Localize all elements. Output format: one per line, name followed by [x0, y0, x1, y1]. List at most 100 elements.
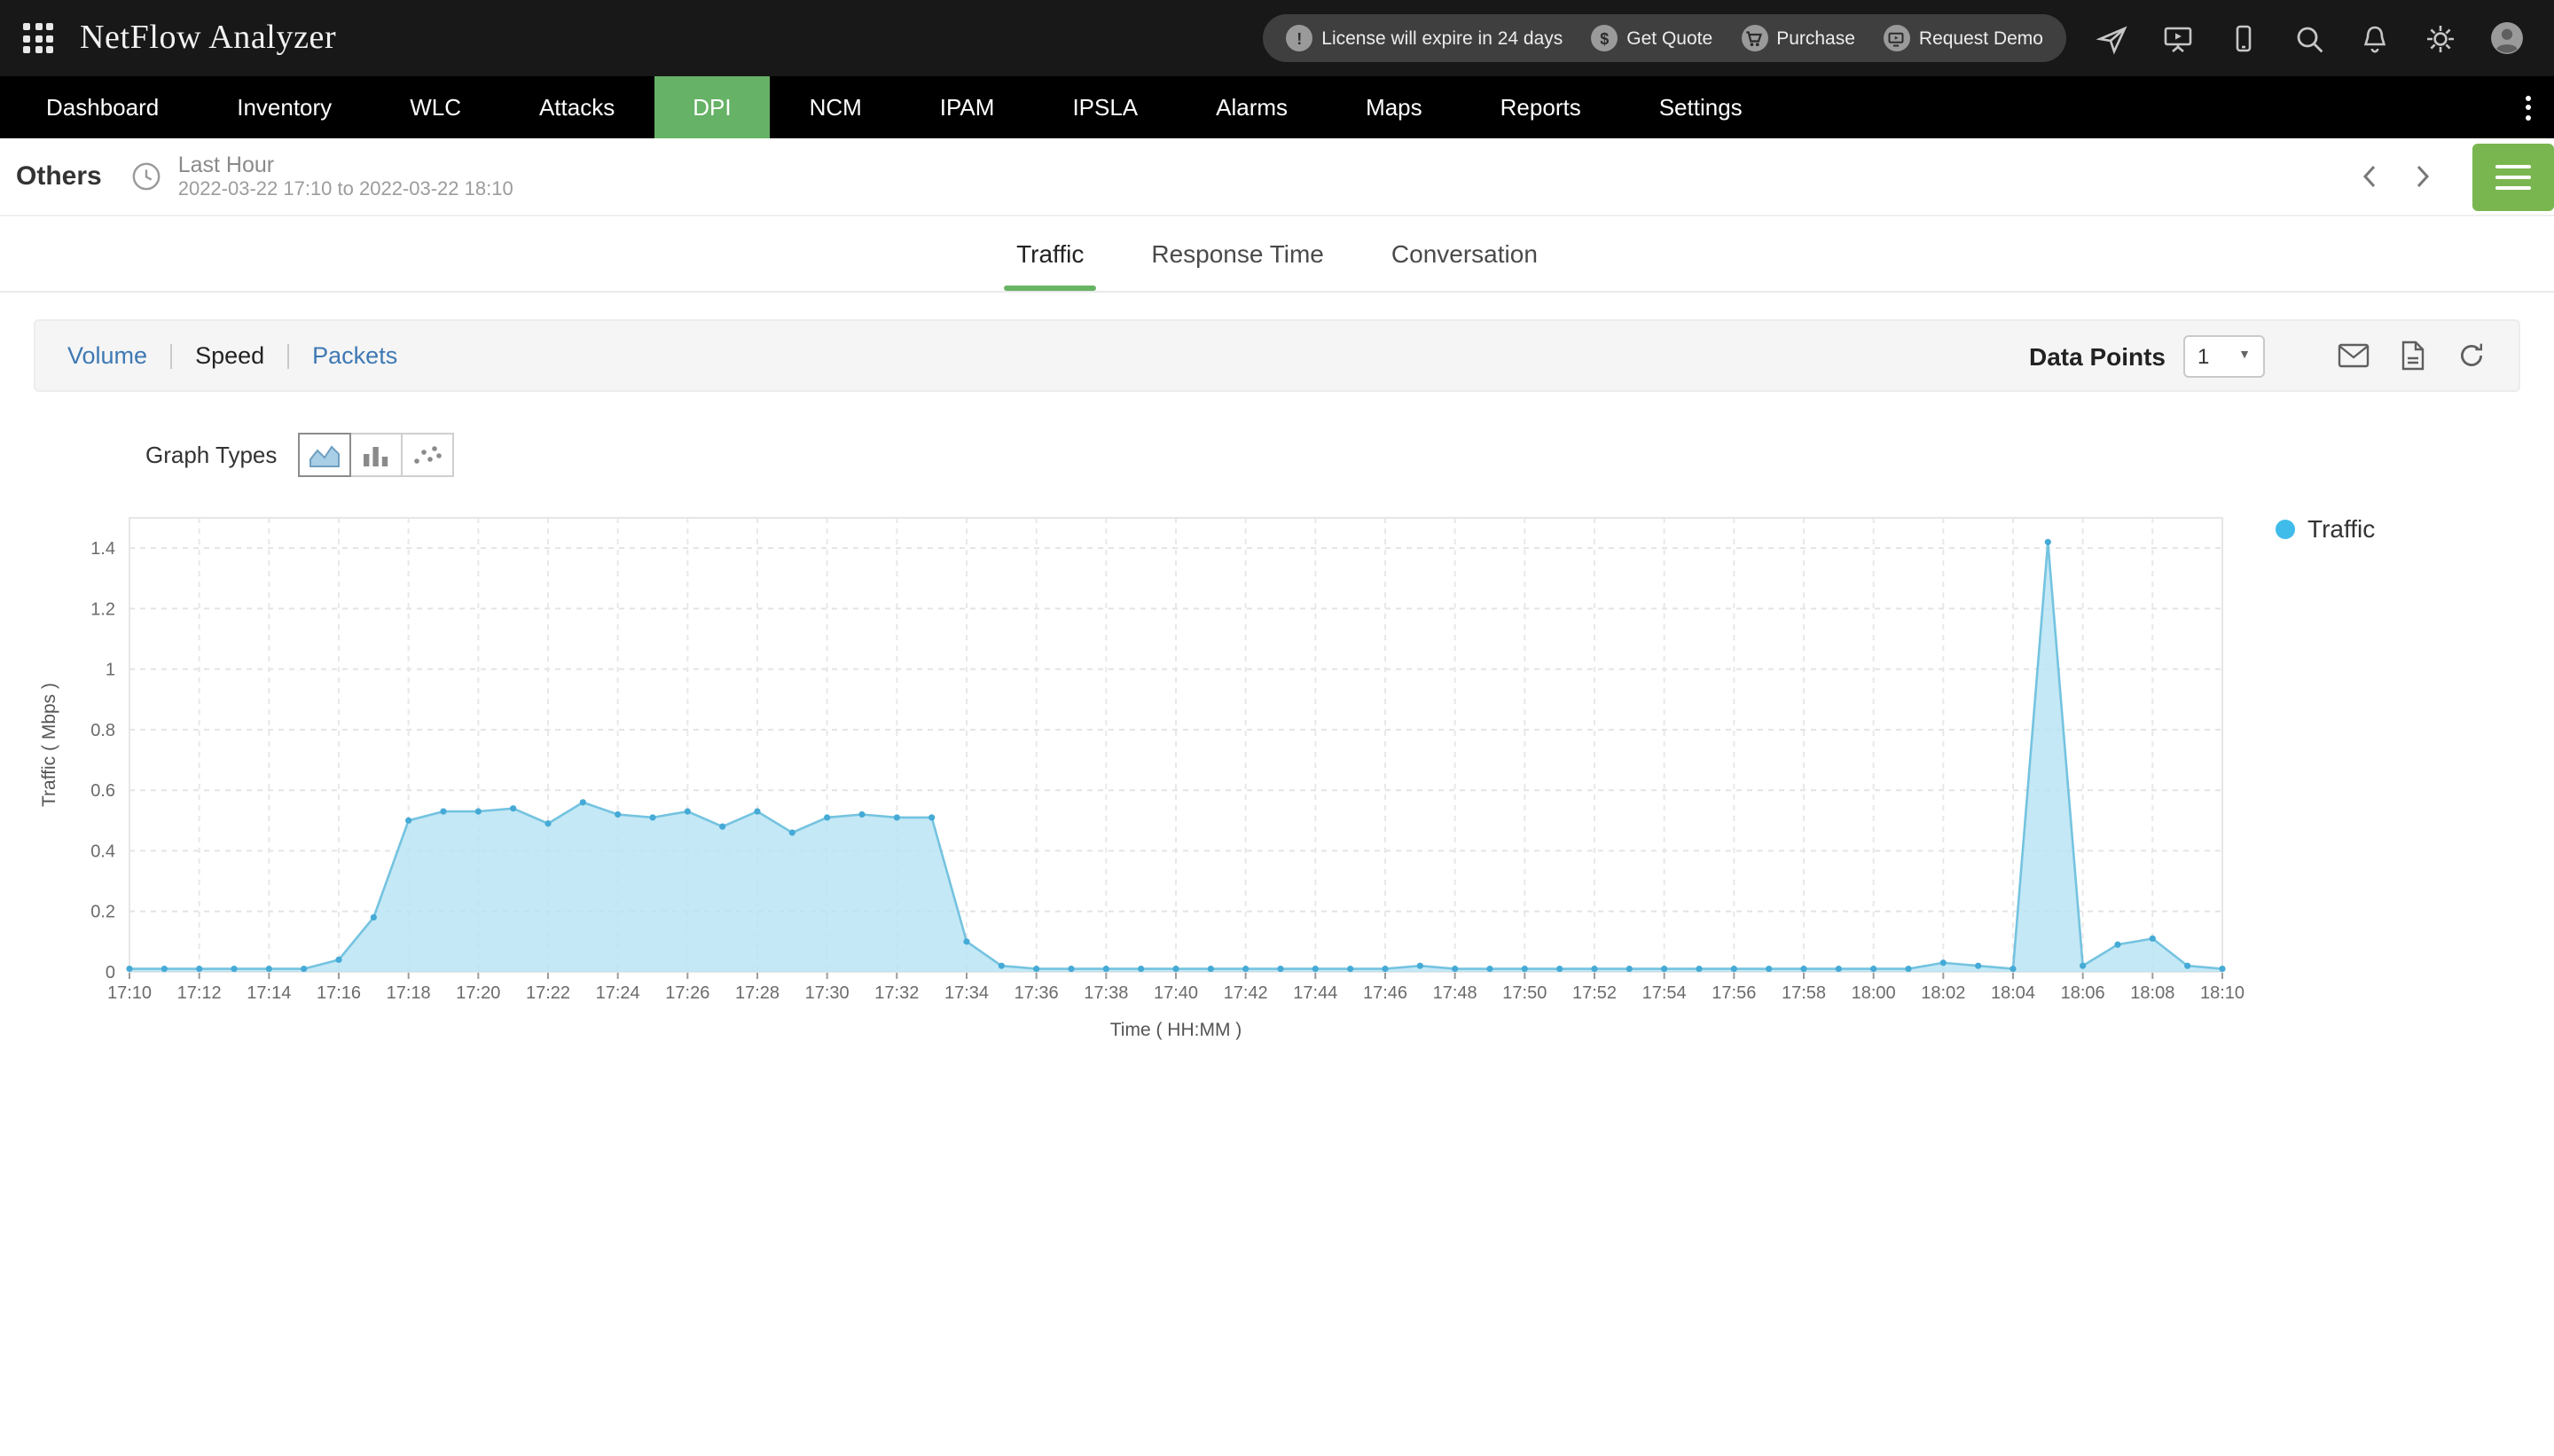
svg-text:17:14: 17:14 [247, 983, 291, 1003]
svg-text:17:36: 17:36 [1015, 983, 1059, 1003]
legend-dot [2276, 519, 2295, 538]
nav-item-inventory[interactable]: Inventory [198, 76, 371, 138]
chart-toolbar: Volume Speed Packets Data Points 1 ▼ [34, 319, 2520, 392]
metric-volume-link[interactable]: Volume [67, 342, 147, 369]
nav-item-dpi[interactable]: DPI [654, 76, 770, 138]
request-demo-label: Request Demo [1919, 27, 2043, 49]
purchase-button[interactable]: Purchase [1727, 25, 1869, 51]
graph-type-bar-button[interactable] [349, 433, 403, 477]
send-feedback-icon[interactable] [2096, 22, 2128, 54]
svg-text:17:16: 17:16 [317, 983, 361, 1003]
svg-text:0.2: 0.2 [90, 903, 115, 922]
previous-period-button[interactable] [2343, 138, 2396, 215]
nav-item-wlc[interactable]: WLC [371, 76, 500, 138]
period-range: 2022-03-22 17:10 to 2022-03-22 18:10 [178, 179, 513, 200]
nav-item-ipam[interactable]: IPAM [901, 76, 1034, 138]
graph-types-label: Graph Types [145, 442, 277, 468]
svg-text:17:54: 17:54 [1642, 983, 1687, 1003]
graph-type-scatter-button[interactable] [401, 433, 454, 477]
top-icons [2096, 21, 2531, 55]
cart-icon [1741, 25, 1767, 51]
license-banner[interactable]: ! License will expire in 24 days [1272, 25, 1577, 51]
email-report-icon[interactable] [2338, 342, 2370, 369]
nav-item-ipsla[interactable]: IPSLA [1033, 76, 1177, 138]
svg-text:18:02: 18:02 [1921, 983, 1965, 1003]
nav-item-alarms[interactable]: Alarms [1177, 76, 1327, 138]
nav-item-maps[interactable]: Maps [1327, 76, 1461, 138]
license-icon: ! [1286, 25, 1312, 51]
data-points-label: Data Points [2029, 341, 2166, 370]
svg-text:0: 0 [106, 963, 115, 982]
graph-type-area-button[interactable] [298, 433, 351, 477]
app-title: NetFlow Analyzer [80, 19, 336, 58]
legend-item-traffic[interactable]: Traffic [2276, 514, 2375, 543]
presentation-icon[interactable] [2162, 22, 2194, 54]
nav-item-reports[interactable]: Reports [1461, 76, 1620, 138]
nav-item-settings[interactable]: Settings [1620, 76, 1782, 138]
get-quote-button[interactable]: $ Get Quote [1577, 25, 1727, 51]
divider [170, 343, 172, 368]
refresh-icon[interactable] [2456, 341, 2487, 371]
svg-text:17:50: 17:50 [1502, 983, 1547, 1003]
traffic-area-chart: 00.20.40.60.811.21.417:1017:1217:1417:16… [32, 500, 2263, 1059]
next-period-button[interactable] [2396, 138, 2449, 215]
data-points-select[interactable]: 1 ▼ [2183, 334, 2265, 377]
tab-response-time[interactable]: Response Time [1151, 216, 1324, 291]
svg-text:17:44: 17:44 [1293, 983, 1337, 1003]
mobile-app-icon[interactable] [2228, 22, 2260, 54]
tab-conversation[interactable]: Conversation [1391, 216, 1538, 291]
search-icon[interactable] [2293, 22, 2325, 54]
svg-text:17:46: 17:46 [1363, 983, 1407, 1003]
svg-text:18:00: 18:00 [1852, 983, 1896, 1003]
svg-text:17:34: 17:34 [944, 983, 989, 1003]
svg-text:18:06: 18:06 [2061, 983, 2105, 1003]
demo-icon [1884, 25, 1910, 51]
page-title: Others [16, 161, 102, 192]
svg-text:17:52: 17:52 [1572, 983, 1617, 1003]
svg-text:17:26: 17:26 [665, 983, 709, 1003]
svg-text:1: 1 [106, 661, 115, 680]
settings-gear-icon[interactable] [2425, 22, 2456, 54]
apps-grid-icon[interactable] [23, 23, 53, 53]
svg-text:17:42: 17:42 [1224, 983, 1268, 1003]
notifications-bell-icon[interactable] [2359, 22, 2391, 54]
topbar-right: ! License will expire in 24 days $ Get Q… [1263, 14, 2531, 62]
metric-packets-link[interactable]: Packets [312, 342, 397, 369]
chart-area: 00.20.40.60.811.21.417:1017:1217:1417:16… [0, 500, 2554, 1059]
svg-text:17:56: 17:56 [1712, 983, 1756, 1003]
svg-text:17:30: 17:30 [805, 983, 850, 1003]
purchase-label: Purchase [1776, 27, 1855, 49]
get-quote-label: Get Quote [1626, 27, 1712, 49]
svg-text:17:12: 17:12 [177, 983, 222, 1003]
svg-text:17:38: 17:38 [1084, 983, 1128, 1003]
svg-text:18:04: 18:04 [1991, 983, 2035, 1003]
tab-traffic[interactable]: Traffic [1016, 216, 1084, 291]
export-pdf-icon[interactable] [2400, 341, 2426, 371]
user-avatar[interactable] [2490, 21, 2524, 55]
svg-text:17:22: 17:22 [526, 983, 570, 1003]
header-pill-group: ! License will expire in 24 days $ Get Q… [1263, 14, 2066, 62]
hamburger-icon [2495, 164, 2531, 168]
area-chart-icon [309, 442, 341, 467]
top-header: NetFlow Analyzer ! License will expire i… [0, 0, 2554, 76]
svg-text:0.8: 0.8 [90, 721, 115, 740]
divider [287, 343, 289, 368]
svg-text:17:18: 17:18 [387, 983, 431, 1003]
svg-text:1.2: 1.2 [90, 599, 115, 619]
nav-item-attacks[interactable]: Attacks [500, 76, 654, 138]
chevron-down-icon: ▼ [2238, 349, 2251, 362]
nav-item-ncm[interactable]: NCM [771, 76, 901, 138]
nav-overflow-kebab-icon[interactable] [2526, 76, 2531, 138]
time-period[interactable]: Last Hour 2022-03-22 17:10 to 2022-03-22… [178, 153, 513, 200]
svg-text:0.6: 0.6 [90, 781, 115, 801]
legend-label: Traffic [2307, 514, 2375, 543]
graph-type-group [300, 433, 454, 477]
svg-text:1.4: 1.4 [90, 539, 115, 559]
nav-item-dashboard[interactable]: Dashboard [7, 76, 198, 138]
subheader: Others Last Hour 2022-03-22 17:10 to 202… [0, 138, 2554, 216]
clock-icon[interactable] [132, 161, 162, 192]
report-menu-button[interactable] [2472, 143, 2554, 210]
request-demo-button[interactable]: Request Demo [1869, 25, 2057, 51]
svg-text:17:28: 17:28 [735, 983, 780, 1003]
bar-chart-icon [360, 442, 392, 467]
